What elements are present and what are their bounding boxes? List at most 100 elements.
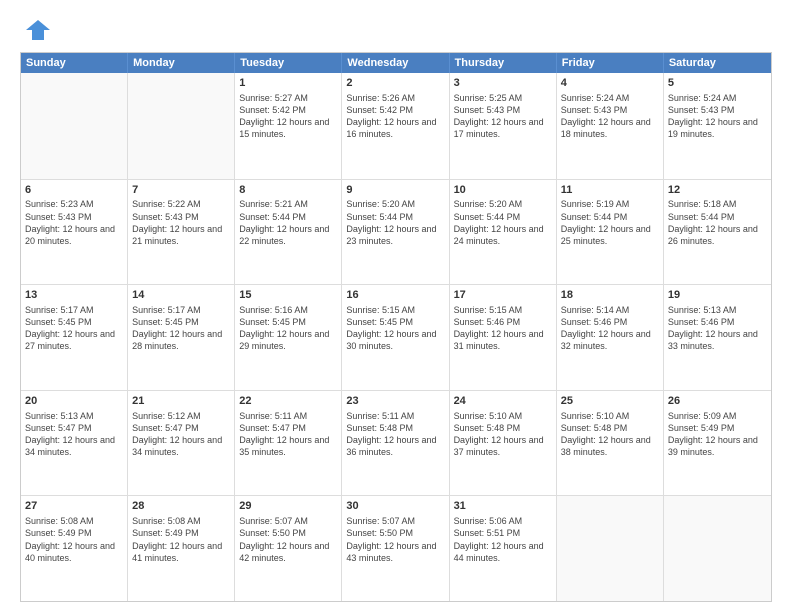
day-number: 20 [25,394,123,409]
cell-info: Sunrise: 5:17 AM Sunset: 5:45 PM Dayligh… [25,304,123,353]
calendar-cell: 23Sunrise: 5:11 AM Sunset: 5:48 PM Dayli… [342,391,449,496]
calendar-cell [21,73,128,179]
cell-info: Sunrise: 5:13 AM Sunset: 5:46 PM Dayligh… [668,304,767,353]
day-number: 23 [346,394,444,409]
calendar-cell: 31Sunrise: 5:06 AM Sunset: 5:51 PM Dayli… [450,496,557,601]
cell-info: Sunrise: 5:15 AM Sunset: 5:46 PM Dayligh… [454,304,552,353]
cell-info: Sunrise: 5:08 AM Sunset: 5:49 PM Dayligh… [25,515,123,564]
calendar-cell: 5Sunrise: 5:24 AM Sunset: 5:43 PM Daylig… [664,73,771,179]
cell-info: Sunrise: 5:10 AM Sunset: 5:48 PM Dayligh… [454,410,552,459]
calendar-cell: 22Sunrise: 5:11 AM Sunset: 5:47 PM Dayli… [235,391,342,496]
day-number: 13 [25,288,123,303]
cell-info: Sunrise: 5:25 AM Sunset: 5:43 PM Dayligh… [454,92,552,141]
day-number: 18 [561,288,659,303]
calendar-cell: 2Sunrise: 5:26 AM Sunset: 5:42 PM Daylig… [342,73,449,179]
cell-info: Sunrise: 5:22 AM Sunset: 5:43 PM Dayligh… [132,198,230,247]
cell-info: Sunrise: 5:23 AM Sunset: 5:43 PM Dayligh… [25,198,123,247]
day-number: 28 [132,499,230,514]
calendar-cell: 18Sunrise: 5:14 AM Sunset: 5:46 PM Dayli… [557,285,664,390]
day-number: 1 [239,76,337,91]
day-number: 22 [239,394,337,409]
cell-info: Sunrise: 5:21 AM Sunset: 5:44 PM Dayligh… [239,198,337,247]
calendar-week-0: 1Sunrise: 5:27 AM Sunset: 5:42 PM Daylig… [21,73,771,179]
cell-info: Sunrise: 5:10 AM Sunset: 5:48 PM Dayligh… [561,410,659,459]
calendar-cell: 6Sunrise: 5:23 AM Sunset: 5:43 PM Daylig… [21,180,128,285]
cell-info: Sunrise: 5:11 AM Sunset: 5:48 PM Dayligh… [346,410,444,459]
cell-info: Sunrise: 5:07 AM Sunset: 5:50 PM Dayligh… [239,515,337,564]
calendar-cell: 25Sunrise: 5:10 AM Sunset: 5:48 PM Dayli… [557,391,664,496]
calendar-cell [557,496,664,601]
calendar-week-2: 13Sunrise: 5:17 AM Sunset: 5:45 PM Dayli… [21,284,771,390]
calendar-cell: 13Sunrise: 5:17 AM Sunset: 5:45 PM Dayli… [21,285,128,390]
calendar-cell: 20Sunrise: 5:13 AM Sunset: 5:47 PM Dayli… [21,391,128,496]
day-number: 9 [346,183,444,198]
calendar-body: 1Sunrise: 5:27 AM Sunset: 5:42 PM Daylig… [21,73,771,601]
calendar-cell: 12Sunrise: 5:18 AM Sunset: 5:44 PM Dayli… [664,180,771,285]
calendar-week-1: 6Sunrise: 5:23 AM Sunset: 5:43 PM Daylig… [21,179,771,285]
calendar-cell: 10Sunrise: 5:20 AM Sunset: 5:44 PM Dayli… [450,180,557,285]
calendar-cell: 29Sunrise: 5:07 AM Sunset: 5:50 PM Dayli… [235,496,342,601]
calendar-cell: 19Sunrise: 5:13 AM Sunset: 5:46 PM Dayli… [664,285,771,390]
day-number: 5 [668,76,767,91]
day-number: 25 [561,394,659,409]
calendar-header: SundayMondayTuesdayWednesdayThursdayFrid… [21,53,771,73]
calendar-cell: 4Sunrise: 5:24 AM Sunset: 5:43 PM Daylig… [557,73,664,179]
calendar-cell: 26Sunrise: 5:09 AM Sunset: 5:49 PM Dayli… [664,391,771,496]
day-number: 7 [132,183,230,198]
cell-info: Sunrise: 5:12 AM Sunset: 5:47 PM Dayligh… [132,410,230,459]
day-number: 24 [454,394,552,409]
day-number: 30 [346,499,444,514]
calendar-cell: 11Sunrise: 5:19 AM Sunset: 5:44 PM Dayli… [557,180,664,285]
cell-info: Sunrise: 5:14 AM Sunset: 5:46 PM Dayligh… [561,304,659,353]
header-day-tuesday: Tuesday [235,53,342,73]
day-number: 27 [25,499,123,514]
cell-info: Sunrise: 5:16 AM Sunset: 5:45 PM Dayligh… [239,304,337,353]
day-number: 29 [239,499,337,514]
calendar-cell: 3Sunrise: 5:25 AM Sunset: 5:43 PM Daylig… [450,73,557,179]
cell-info: Sunrise: 5:20 AM Sunset: 5:44 PM Dayligh… [454,198,552,247]
calendar-cell: 27Sunrise: 5:08 AM Sunset: 5:49 PM Dayli… [21,496,128,601]
day-number: 17 [454,288,552,303]
day-number: 16 [346,288,444,303]
day-number: 15 [239,288,337,303]
calendar-cell: 7Sunrise: 5:22 AM Sunset: 5:43 PM Daylig… [128,180,235,285]
calendar: SundayMondayTuesdayWednesdayThursdayFrid… [20,52,772,602]
cell-info: Sunrise: 5:20 AM Sunset: 5:44 PM Dayligh… [346,198,444,247]
header-day-saturday: Saturday [664,53,771,73]
cell-info: Sunrise: 5:11 AM Sunset: 5:47 PM Dayligh… [239,410,337,459]
cell-info: Sunrise: 5:13 AM Sunset: 5:47 PM Dayligh… [25,410,123,459]
calendar-cell: 17Sunrise: 5:15 AM Sunset: 5:46 PM Dayli… [450,285,557,390]
calendar-week-3: 20Sunrise: 5:13 AM Sunset: 5:47 PM Dayli… [21,390,771,496]
calendar-cell: 14Sunrise: 5:17 AM Sunset: 5:45 PM Dayli… [128,285,235,390]
cell-info: Sunrise: 5:15 AM Sunset: 5:45 PM Dayligh… [346,304,444,353]
day-number: 26 [668,394,767,409]
cell-info: Sunrise: 5:19 AM Sunset: 5:44 PM Dayligh… [561,198,659,247]
day-number: 31 [454,499,552,514]
header-day-sunday: Sunday [21,53,128,73]
header [20,16,772,44]
calendar-cell: 15Sunrise: 5:16 AM Sunset: 5:45 PM Dayli… [235,285,342,390]
calendar-cell: 21Sunrise: 5:12 AM Sunset: 5:47 PM Dayli… [128,391,235,496]
day-number: 4 [561,76,659,91]
calendar-cell: 1Sunrise: 5:27 AM Sunset: 5:42 PM Daylig… [235,73,342,179]
cell-info: Sunrise: 5:26 AM Sunset: 5:42 PM Dayligh… [346,92,444,141]
calendar-cell: 8Sunrise: 5:21 AM Sunset: 5:44 PM Daylig… [235,180,342,285]
cell-info: Sunrise: 5:18 AM Sunset: 5:44 PM Dayligh… [668,198,767,247]
calendar-cell: 30Sunrise: 5:07 AM Sunset: 5:50 PM Dayli… [342,496,449,601]
calendar-cell: 16Sunrise: 5:15 AM Sunset: 5:45 PM Dayli… [342,285,449,390]
day-number: 10 [454,183,552,198]
page: SundayMondayTuesdayWednesdayThursdayFrid… [0,0,792,612]
day-number: 14 [132,288,230,303]
cell-info: Sunrise: 5:17 AM Sunset: 5:45 PM Dayligh… [132,304,230,353]
header-day-monday: Monday [128,53,235,73]
calendar-cell: 24Sunrise: 5:10 AM Sunset: 5:48 PM Dayli… [450,391,557,496]
cell-info: Sunrise: 5:27 AM Sunset: 5:42 PM Dayligh… [239,92,337,141]
cell-info: Sunrise: 5:08 AM Sunset: 5:49 PM Dayligh… [132,515,230,564]
calendar-cell [664,496,771,601]
day-number: 12 [668,183,767,198]
calendar-cell: 28Sunrise: 5:08 AM Sunset: 5:49 PM Dayli… [128,496,235,601]
cell-info: Sunrise: 5:24 AM Sunset: 5:43 PM Dayligh… [668,92,767,141]
cell-info: Sunrise: 5:24 AM Sunset: 5:43 PM Dayligh… [561,92,659,141]
logo-icon [24,16,52,44]
day-number: 8 [239,183,337,198]
